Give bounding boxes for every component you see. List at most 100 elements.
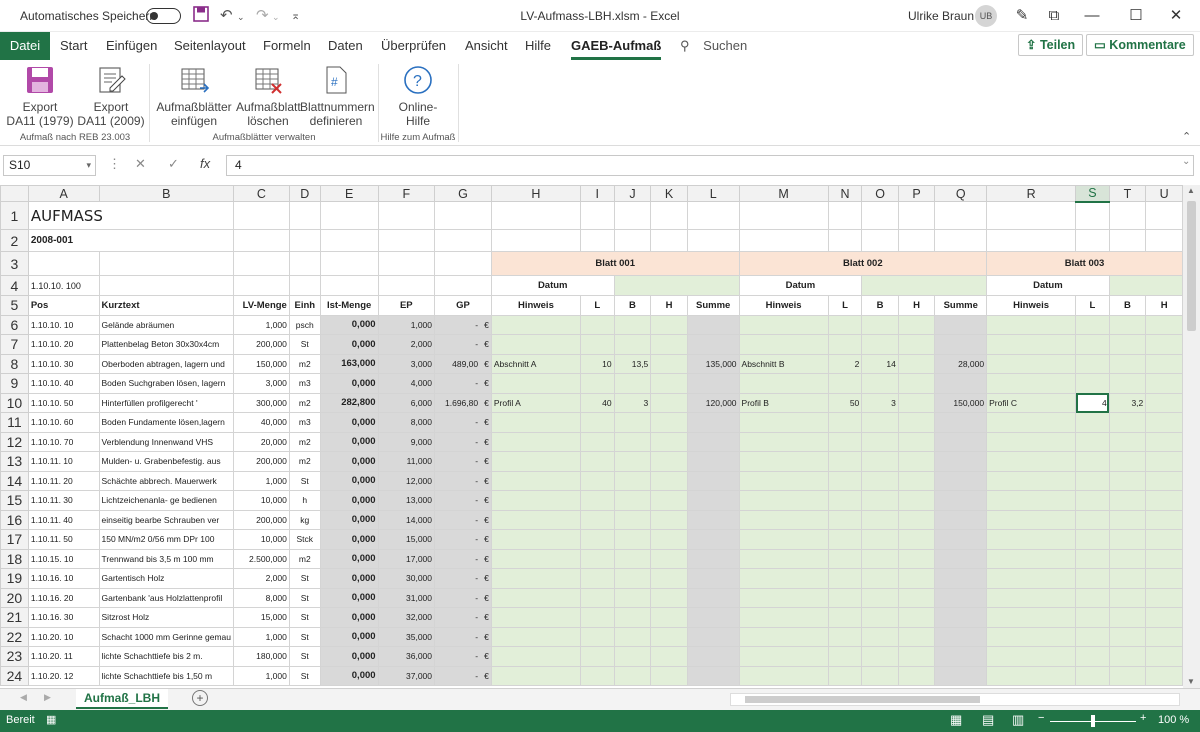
- cell-lv-menge[interactable]: 200,000: [232, 334, 290, 355]
- cell-summe[interactable]: [686, 665, 740, 686]
- cell-l[interactable]: [579, 626, 615, 647]
- cell-gp[interactable]: - €: [434, 451, 492, 472]
- add-sheet-icon[interactable]: +: [192, 690, 208, 706]
- cell-h[interactable]: [1145, 490, 1183, 511]
- cell-ist-menge[interactable]: 163,000: [319, 353, 379, 374]
- cell-hinweis[interactable]: [986, 334, 1077, 355]
- cell-summe[interactable]: [686, 568, 740, 589]
- cell-b[interactable]: 13,5: [613, 353, 652, 374]
- cell-pos[interactable]: 1.10.10. 60: [27, 412, 100, 433]
- cell-l[interactable]: [1075, 451, 1110, 472]
- cell-hinweis[interactable]: [738, 314, 829, 335]
- column-header[interactable]: K: [650, 185, 688, 202]
- cell-ist-menge[interactable]: 0,000: [319, 373, 379, 394]
- cell-l[interactable]: [1075, 568, 1110, 589]
- cell-b[interactable]: [861, 548, 899, 569]
- cell-h[interactable]: [1145, 548, 1183, 569]
- tab-einfuegen[interactable]: Einfügen: [106, 38, 157, 53]
- zoom-out-icon[interactable]: −: [1038, 712, 1044, 724]
- cell-summe[interactable]: [686, 451, 740, 472]
- cell-b[interactable]: [1108, 431, 1147, 452]
- cell-einheit[interactable]: St: [288, 665, 321, 686]
- cell-hinweis[interactable]: [986, 451, 1077, 472]
- column-header[interactable]: A: [27, 185, 100, 202]
- row-header[interactable]: 16: [0, 509, 29, 530]
- cell-b[interactable]: [613, 568, 652, 589]
- cell-l[interactable]: [1075, 373, 1110, 394]
- cell-hinweis[interactable]: [738, 334, 829, 355]
- cell-kurztext[interactable]: 150 MN/m2 0/56 mm DPr 100: [98, 529, 234, 550]
- cell-gp[interactable]: 1.696,80 €: [434, 392, 492, 413]
- fx-icon[interactable]: fx: [200, 156, 210, 171]
- user-name[interactable]: Ulrike Braun: [908, 9, 974, 23]
- cell-hinweis[interactable]: [738, 431, 829, 452]
- cell-b[interactable]: [613, 646, 652, 667]
- cell-ep[interactable]: 12,000: [377, 470, 436, 491]
- cell-summe[interactable]: 135,000: [686, 353, 740, 374]
- cell-h[interactable]: [1145, 646, 1183, 667]
- cell-gp[interactable]: 489,00 €: [434, 353, 492, 374]
- cell-h[interactable]: [897, 470, 936, 491]
- zoom-level[interactable]: 100 %: [1158, 714, 1189, 726]
- cell-hinweis[interactable]: [738, 509, 829, 530]
- cell-hinweis[interactable]: [490, 587, 581, 608]
- tab-gaeb-aufmass[interactable]: GAEB-Aufmaß: [571, 38, 662, 60]
- cell-hinweis[interactable]: [490, 665, 581, 686]
- tab-hilfe[interactable]: Hilfe: [525, 38, 551, 53]
- cell-h[interactable]: [897, 587, 936, 608]
- cell-ep[interactable]: 8,000: [377, 412, 436, 433]
- cell-ist-menge[interactable]: 282,800: [319, 392, 379, 413]
- cell-h[interactable]: [650, 626, 688, 647]
- cell-hinweis[interactable]: [490, 509, 581, 530]
- cell-ist-menge[interactable]: 0,000: [319, 314, 379, 335]
- cell-summe[interactable]: 150,000: [934, 392, 988, 413]
- cell-h[interactable]: [897, 431, 936, 452]
- cell-h[interactable]: [1145, 665, 1183, 686]
- cell-summe[interactable]: [686, 431, 740, 452]
- page-break-icon[interactable]: ▥: [1012, 712, 1024, 728]
- cell-hinweis[interactable]: [490, 373, 581, 394]
- tab-ansicht[interactable]: Ansicht: [465, 38, 508, 53]
- cell-l[interactable]: [1075, 470, 1110, 491]
- cell-einheit[interactable]: m3: [288, 373, 321, 394]
- cell-ist-menge[interactable]: 0,000: [319, 665, 379, 686]
- cell-hinweis[interactable]: [986, 626, 1077, 647]
- cell-h[interactable]: [1145, 587, 1183, 608]
- cell-b[interactable]: 3: [613, 392, 652, 413]
- cell-summe[interactable]: [686, 548, 740, 569]
- expand-formula-icon[interactable]: ⌄: [1182, 156, 1190, 167]
- cell-pos[interactable]: 1.10.10. 10: [27, 314, 100, 335]
- cell-gp[interactable]: - €: [434, 334, 492, 355]
- cell-hinweis[interactable]: [986, 353, 1077, 374]
- cell-l[interactable]: [827, 587, 863, 608]
- row-header[interactable]: 13: [0, 451, 29, 472]
- cell-summe[interactable]: [686, 412, 740, 433]
- column-header[interactable]: D: [288, 185, 321, 202]
- blatt-001-header[interactable]: Blatt 001: [490, 251, 740, 276]
- cell-summe[interactable]: [934, 451, 988, 472]
- cell-hinweis[interactable]: [738, 646, 829, 667]
- zoom-in-icon[interactable]: +: [1140, 712, 1146, 724]
- cell-einheit[interactable]: m2: [288, 451, 321, 472]
- cell-gp[interactable]: - €: [434, 646, 492, 667]
- cell-hinweis[interactable]: [490, 626, 581, 647]
- row-header[interactable]: 14: [0, 470, 29, 491]
- customize-qat-icon[interactable]: ⌅: [291, 9, 300, 22]
- cell-summe[interactable]: [934, 529, 988, 550]
- cell-summe[interactable]: [934, 490, 988, 511]
- cell-hinweis[interactable]: [986, 607, 1077, 628]
- cell-l[interactable]: 2: [827, 353, 863, 374]
- cell-summe[interactable]: [934, 646, 988, 667]
- cell-hinweis[interactable]: [738, 548, 829, 569]
- cell-b[interactable]: [1108, 451, 1147, 472]
- cell-ep[interactable]: 30,000: [377, 568, 436, 589]
- cell-h[interactable]: [897, 373, 936, 394]
- cell-lv-menge[interactable]: 200,000: [232, 451, 290, 472]
- cell-l[interactable]: 50: [827, 392, 863, 413]
- cell-ep[interactable]: 9,000: [377, 431, 436, 452]
- cell-ist-menge[interactable]: 0,000: [319, 431, 379, 452]
- sheet-tab-aufmass-lbh[interactable]: Aufmaß_LBH: [76, 689, 168, 709]
- cell-b[interactable]: [1108, 470, 1147, 491]
- cell-hinweis[interactable]: [738, 470, 829, 491]
- redo-icon[interactable]: ↷: [256, 6, 269, 24]
